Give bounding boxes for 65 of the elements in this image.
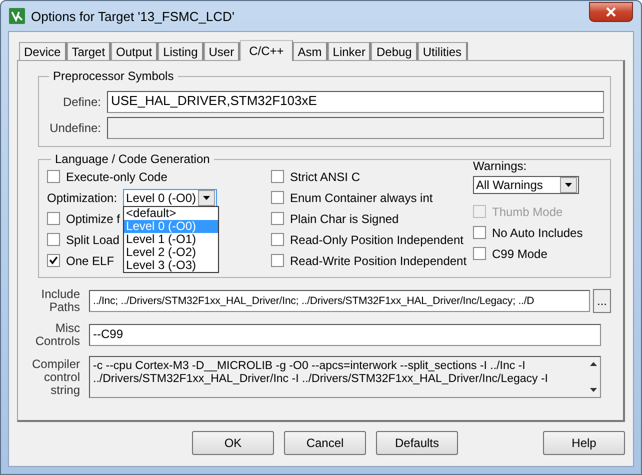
browse-button[interactable]: ... [593,289,611,313]
field-label: Undefine: [48,121,101,135]
caret-icon [565,183,572,187]
caret-icon [203,196,210,200]
tab[interactable]: Device [19,42,67,60]
checkbox-label: C99 Mode [492,246,548,260]
include-paths-field[interactable]: ../Inc; ../Drivers/STM32F1xx_HAL_Driver/Inc; ../Drivers/STM32F1xx_HAL_Driver/Inc/Legacy; ../D [89,290,590,312]
field-label: Define: [62,95,101,109]
group-title: Preprocessor Symbols [52,69,175,83]
misc-controls-field[interactable]: --C99 [89,324,601,346]
checkbox-label: Execute-only Code [66,170,168,184]
dialog-button[interactable]: Cancel [284,431,366,455]
dropdown-option[interactable]: Level 1 (-O1) [124,232,218,246]
checkbox[interactable] [473,247,486,260]
dropdown[interactable]: Level 0 (-O0) [123,188,218,206]
window-title: Options for Target '13_FSMC_LCD' [31,8,236,24]
dropdown-option[interactable]: Level 2 (-O2) [124,246,218,258]
app-logo-icon [9,8,25,24]
checkbox[interactable] [47,254,60,267]
tab[interactable]: Listing [158,42,204,60]
checkbox-label: No Auto Includes [492,226,583,240]
checkbox[interactable] [271,233,284,246]
compiler-string-field: -c --cpu Cortex-M3 -D__MICROLIB -g -O0 --apcs=interwork --split_sections -I ../Inc -I ../Drivers/STM32F1xx_HAL_Driver/Inc -I ../Drivers/STM32F1xx_HAL_Driver/Inc/Legacy -I [89,356,601,398]
tab[interactable]: Debug [371,42,418,60]
dropdown-option[interactable]: <default> [124,206,218,220]
checkbox-label: One ELF [66,254,114,268]
tab[interactable]: C/C++ [240,40,293,61]
define-field[interactable]: USE_HAL_DRIVER,STM32F103xE [107,91,604,113]
dropdown-option[interactable]: Level 3 (-O3) [124,258,218,272]
field-label: Compiler control string [30,358,80,396]
checkbox-label: Thumb Mode [492,204,563,218]
checkbox-label: Split Load [66,232,120,246]
checkbox[interactable] [473,226,486,239]
tab[interactable]: Output [111,42,158,60]
select-label: Warnings: [473,159,527,173]
checkbox-label: Enum Container always int [290,190,433,204]
checkbox-label: Optimize f [66,212,120,226]
dropdown[interactable]: All Warnings [473,176,579,194]
checkbox[interactable] [47,212,60,225]
dialog-button[interactable]: OK [192,431,274,455]
tab[interactable]: Utilities [418,42,468,60]
checkbox[interactable] [271,170,284,183]
tab[interactable]: Asm [292,42,328,60]
checkbox[interactable] [271,254,284,267]
checkbox[interactable] [47,233,60,246]
tab[interactable]: Linker [328,42,372,60]
help-button[interactable]: Help [543,431,625,455]
group-title: Language / Code Generation [54,152,211,166]
checkbox-label: Strict ANSI C [290,170,360,184]
checkbox-label: Plain Char is Signed [290,212,399,226]
checkbox[interactable] [47,170,60,183]
tab[interactable]: Target [66,42,112,60]
checkbox-label: Read-Only Position Independent [290,232,464,246]
checkbox[interactable] [271,212,284,225]
scroll-down-icon[interactable] [590,388,596,392]
field-label: Include Paths [40,288,80,314]
dialog-button[interactable]: Defaults [376,431,458,455]
checkbox-label: Read-Write Position Independent [290,254,467,268]
close-button[interactable] [589,2,633,22]
select-label: Optimization: [47,190,118,204]
tab[interactable]: User [204,42,240,60]
close-icon [605,6,617,16]
scroll-up-icon[interactable] [590,362,596,366]
field-label: Misc Controls [34,322,80,348]
checkbox[interactable] [271,191,284,204]
